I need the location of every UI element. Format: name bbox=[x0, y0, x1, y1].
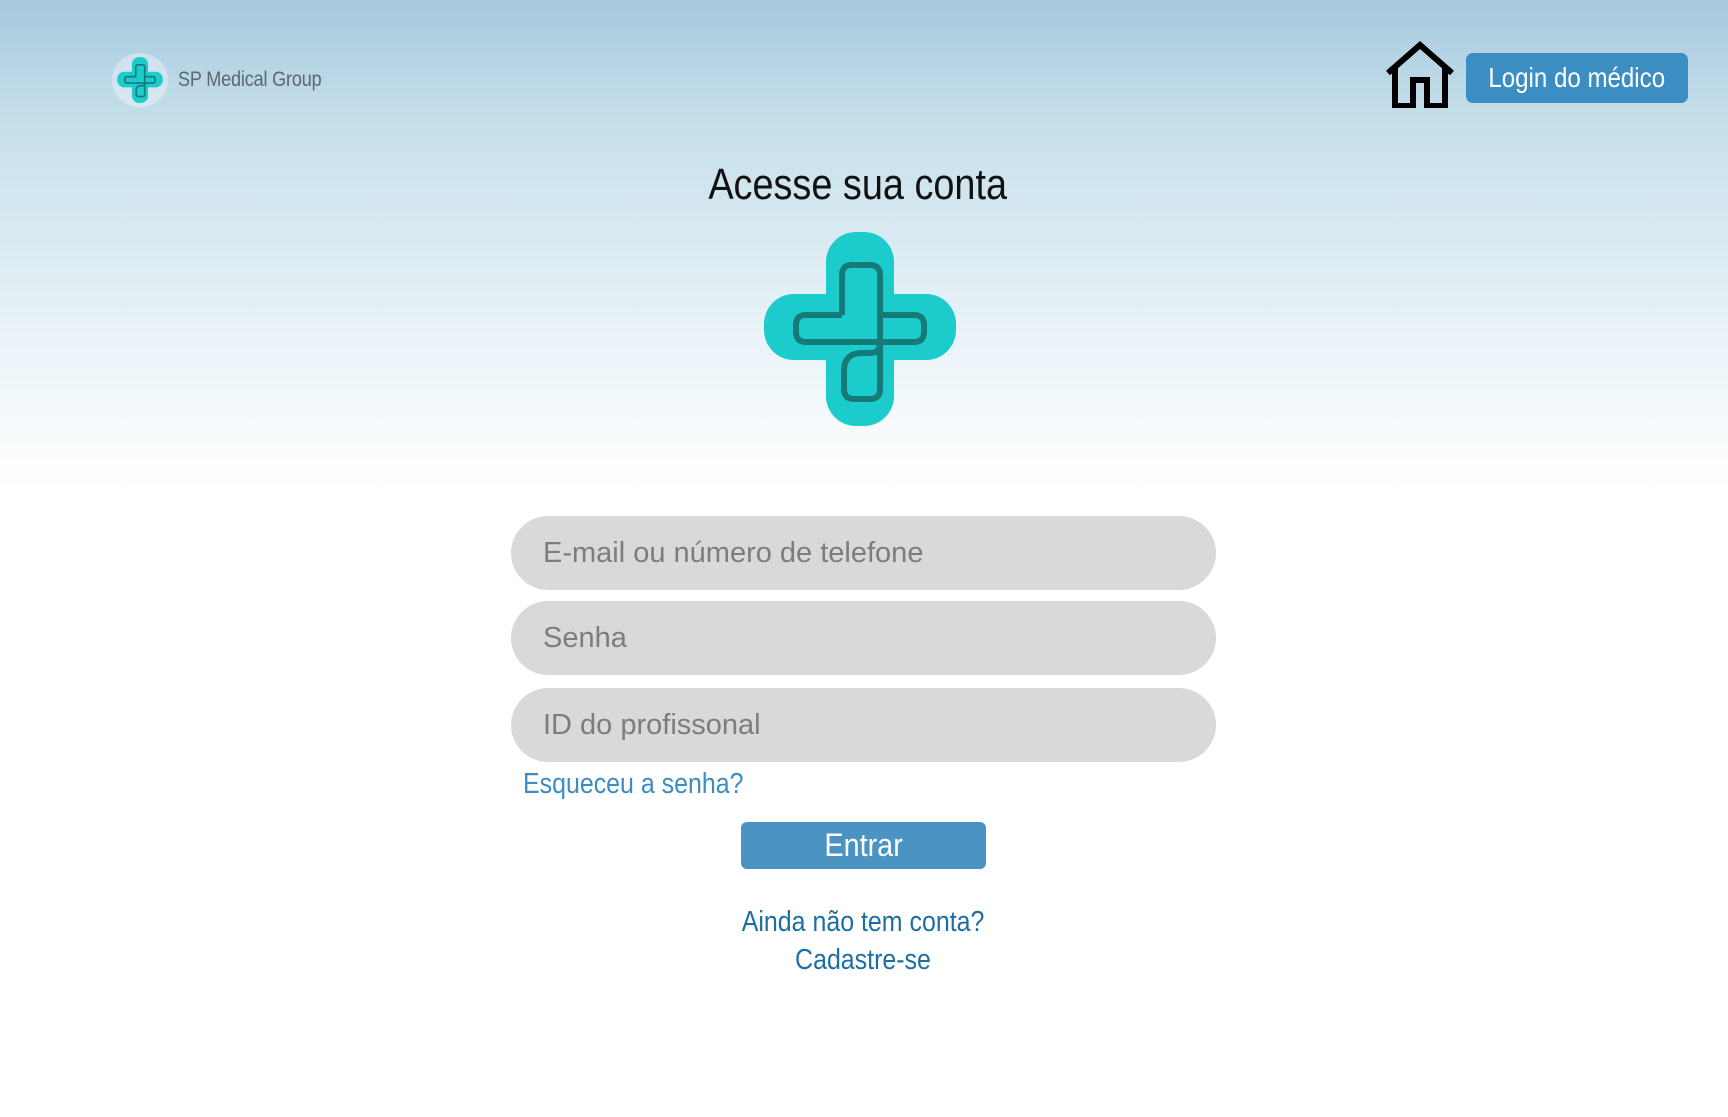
brand-name: SP Medical Group bbox=[178, 68, 322, 91]
page-title: Acesse sua conta bbox=[0, 160, 1716, 210]
signup-link[interactable]: Ainda não tem conta? Cadastre-se bbox=[0, 903, 1726, 979]
login-button-label: Entrar bbox=[824, 827, 903, 863]
signup-cta: Cadastre-se bbox=[795, 944, 931, 976]
doctor-login-label: Login do médico bbox=[1488, 62, 1666, 93]
page-title-text: Acesse sua conta bbox=[708, 160, 1008, 209]
doctor-login-button[interactable]: Login do médico bbox=[1466, 53, 1688, 103]
signup-prompt: Ainda não tem conta? bbox=[741, 906, 985, 938]
email-field[interactable] bbox=[511, 516, 1216, 590]
medical-cross-icon bbox=[117, 57, 163, 103]
professional-id-field[interactable] bbox=[511, 688, 1216, 762]
forgot-password-link[interactable]: Esqueceu a senha? bbox=[523, 768, 779, 801]
home-icon bbox=[1386, 41, 1454, 109]
login-button[interactable]: Entrar bbox=[741, 822, 986, 869]
brand-logo bbox=[112, 53, 168, 107]
medical-cross-icon bbox=[764, 232, 956, 426]
password-field[interactable] bbox=[511, 601, 1216, 675]
forgot-password-label: Esqueceu a senha? bbox=[523, 768, 744, 800]
brand[interactable]: SP Medical Group bbox=[112, 53, 345, 107]
home-button[interactable] bbox=[1384, 40, 1456, 109]
